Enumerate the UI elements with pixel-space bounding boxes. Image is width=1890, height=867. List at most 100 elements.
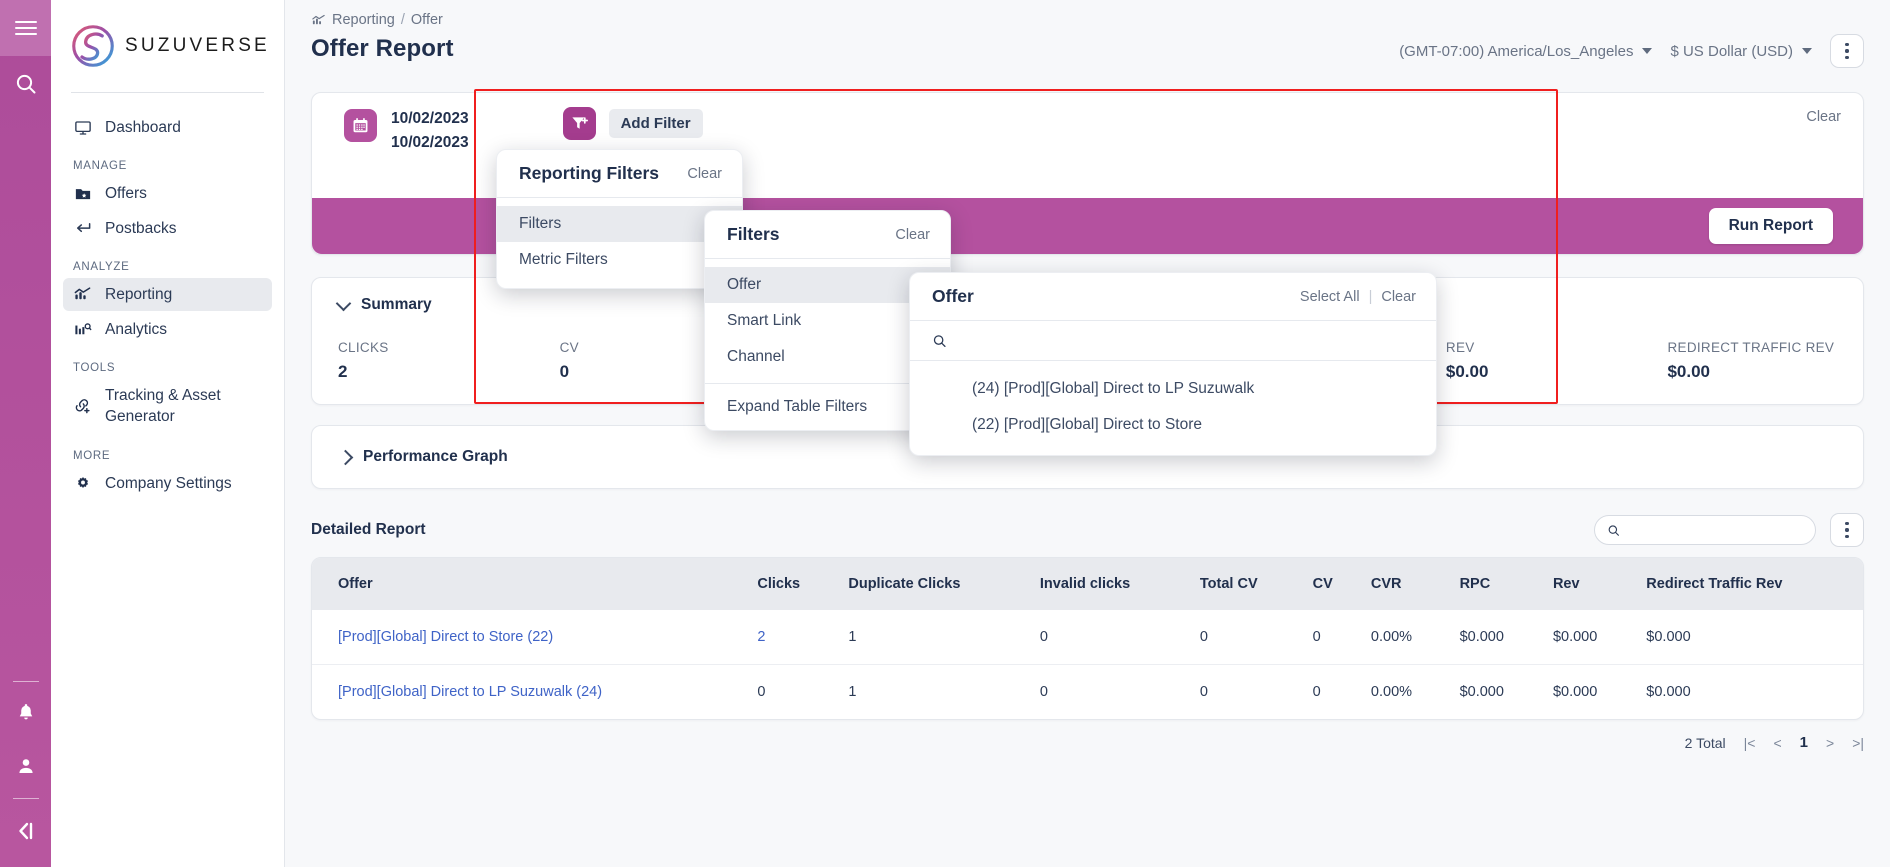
menu-item-label: Smart Link <box>727 312 801 330</box>
run-report-button[interactable]: Run Report <box>1709 208 1833 244</box>
cell-cv: 0 <box>1303 610 1361 665</box>
table-row: [Prod][Global] Direct to LP Suzuwalk (24… <box>312 665 1863 720</box>
offer-clear-link[interactable]: Clear <box>1381 289 1416 305</box>
more-options-icon <box>1845 522 1848 525</box>
sidebar-item-offers[interactable]: Offers <box>63 177 272 210</box>
sidebar-item-company-settings[interactable]: Company Settings <box>63 467 272 500</box>
rail-divider-top <box>13 681 39 682</box>
menu-item-label: Filters <box>519 215 561 233</box>
sidebar-item-analytics[interactable]: Analytics <box>63 313 272 346</box>
folder-star-icon <box>73 184 92 203</box>
breadcrumb-leaf[interactable]: Offer <box>411 12 443 28</box>
date-range-values: 10/02/2023 10/02/2023 <box>391 107 469 155</box>
icon-rail <box>0 0 51 867</box>
column-header-offer[interactable]: Offer <box>312 558 747 610</box>
sidebar-item-dashboard[interactable]: Dashboard <box>63 111 272 144</box>
pagination-last-button[interactable]: >| <box>1852 735 1864 751</box>
column-header-rpc[interactable]: RPC <box>1450 558 1543 610</box>
offer-option-list: (24) [Prod][Global] Direct to LP Suzuwal… <box>910 361 1436 455</box>
performance-graph-title: Performance Graph <box>363 448 508 466</box>
column-header-invalid-clicks[interactable]: Invalid clicks <box>1030 558 1190 610</box>
detailed-report-tools <box>1594 513 1864 547</box>
filters-clear-link[interactable]: Clear <box>895 227 930 243</box>
column-header-total-cv[interactable]: Total CV <box>1190 558 1303 610</box>
cell-rev: $0.000 <box>1543 610 1636 665</box>
hamburger-menu-button[interactable] <box>0 0 51 56</box>
hamburger-icon <box>15 21 37 35</box>
offer-search-row[interactable] <box>910 321 1436 361</box>
reporting-icon <box>311 13 326 28</box>
column-header-cv[interactable]: CV <box>1303 558 1361 610</box>
pagination-page-1[interactable]: 1 <box>1800 734 1808 751</box>
offer-search-input[interactable] <box>957 332 1414 349</box>
summary-title: Summary <box>361 296 432 314</box>
add-filter-group: Add Filter <box>563 107 703 140</box>
more-options-icon <box>1845 49 1848 52</box>
filter-plus-button[interactable] <box>563 107 596 140</box>
cell-clicks[interactable]: 2 <box>747 610 838 665</box>
metric-label: REDIRECT TRAFFIC REV <box>1667 340 1863 355</box>
date-end: 10/02/2023 <box>391 131 469 155</box>
pagination-next-button[interactable]: > <box>1826 735 1834 751</box>
timezone-selector[interactable]: (GMT-07:00) America/Los_Angeles <box>1399 43 1652 60</box>
sidebar-item-label: Company Settings <box>105 475 232 493</box>
column-header-rev[interactable]: Rev <box>1543 558 1636 610</box>
column-header-cvr[interactable]: CVR <box>1361 558 1450 610</box>
cell-duplicate-clicks: 1 <box>838 610 1030 665</box>
more-options-icon <box>1845 535 1848 538</box>
page-title: Offer Report <box>311 35 454 63</box>
currency-selector[interactable]: $ US Dollar (USD) <box>1670 43 1812 60</box>
breadcrumb: Reporting / Offer <box>311 12 454 28</box>
more-options-icon <box>1845 528 1848 531</box>
sidebar-group-tools: TOOLS <box>63 348 272 379</box>
filter-plus-icon <box>570 114 589 133</box>
more-options-icon <box>1845 43 1848 46</box>
detailed-report-search-input[interactable] <box>1628 522 1803 538</box>
offer-select-all-link[interactable]: Select All <box>1300 289 1360 305</box>
offer-filter-header: Offer Select All | Clear <box>910 273 1436 321</box>
cell-offer[interactable]: [Prod][Global] Direct to Store (22) <box>312 610 747 665</box>
menu-item-label: Channel <box>727 348 785 366</box>
offer-filter-menu: Offer Select All | Clear (24) [Prod][Glo… <box>909 272 1437 456</box>
collapse-sidebar-button[interactable] <box>0 805 51 857</box>
metric-value: $0.00 <box>1446 362 1642 382</box>
header-more-options-button[interactable] <box>1830 34 1864 68</box>
brand-logo[interactable]: SUZUVERSE <box>63 0 272 92</box>
user-account-button[interactable] <box>0 740 51 792</box>
sidebar-item-label: Offers <box>105 185 147 203</box>
column-header-redirect-traffic-rev[interactable]: Redirect Traffic Rev <box>1636 558 1863 610</box>
search-icon <box>14 72 38 96</box>
breadcrumb-root[interactable]: Reporting <box>332 12 395 28</box>
table-header-row: Offer Clicks Duplicate Clicks Invalid cl… <box>312 558 1863 610</box>
pagination-first-button[interactable]: |< <box>1744 735 1756 751</box>
sidebar-item-reporting[interactable]: Reporting <box>63 278 272 311</box>
link-plus-icon <box>73 396 92 415</box>
cell-total-cv: 0 <box>1190 610 1303 665</box>
offer-option[interactable]: (22) [Prod][Global] Direct to Store <box>910 407 1436 443</box>
column-header-duplicate-clicks[interactable]: Duplicate Clicks <box>838 558 1030 610</box>
analytics-icon <box>73 320 92 339</box>
metric-value: $0.00 <box>1667 362 1863 382</box>
cell-duplicate-clicks: 1 <box>838 665 1030 720</box>
date-range-picker[interactable]: 10/02/2023 10/02/2023 <box>330 107 469 155</box>
column-header-clicks[interactable]: Clicks <box>747 558 838 610</box>
offer-option[interactable]: (24) [Prod][Global] Direct to LP Suzuwal… <box>910 371 1436 407</box>
sidebar-item-postbacks[interactable]: Postbacks <box>63 212 272 245</box>
reporting-filters-menu-header: Reporting Filters Clear <box>497 150 742 198</box>
reporting-icon <box>73 285 92 304</box>
add-filter-button[interactable]: Add Filter <box>609 109 703 138</box>
detailed-report-more-options-button[interactable] <box>1830 513 1864 547</box>
sidebar-item-tracking-asset-generator[interactable]: Tracking & Asset Generator <box>63 379 272 434</box>
chevron-down-icon <box>1802 48 1812 54</box>
cell-cvr: 0.00% <box>1361 665 1450 720</box>
global-search-button[interactable] <box>0 56 51 112</box>
sidebar-item-label: Tracking & Asset Generator <box>105 386 235 427</box>
cell-invalid-clicks: 0 <box>1030 665 1190 720</box>
reporting-filters-clear-link[interactable]: Clear <box>687 166 722 182</box>
app-root: SUZUVERSE Dashboard MANAGE Offers <box>0 0 1890 867</box>
pagination-prev-button[interactable]: < <box>1773 735 1781 751</box>
cell-offer[interactable]: [Prod][Global] Direct to LP Suzuwalk (24… <box>312 665 747 720</box>
filter-clear-link[interactable]: Clear <box>1806 109 1841 125</box>
notifications-button[interactable] <box>0 688 51 740</box>
detailed-report-search[interactable] <box>1594 515 1816 545</box>
